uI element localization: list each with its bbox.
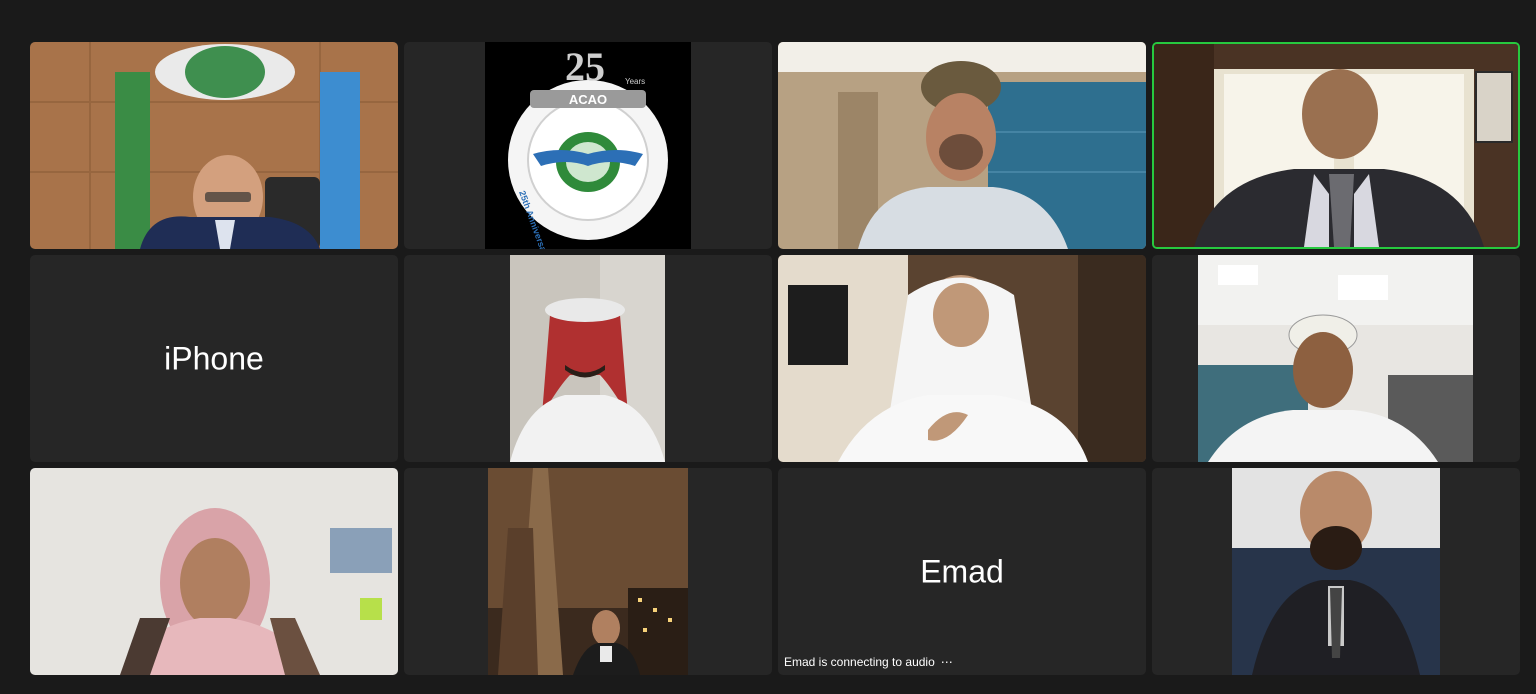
participant-video — [1154, 44, 1518, 247]
acao-logo: 25 Years ACAO 25th Anniversary — [485, 42, 691, 249]
participant-tile[interactable] — [778, 255, 1146, 462]
participant-tile[interactable] — [1152, 255, 1520, 462]
participant-video — [778, 255, 1146, 462]
participant-tile[interactable]: iPhone — [30, 255, 398, 462]
participant-tile[interactable]: Emad Emad is connecting to audio ⋯ — [778, 468, 1146, 675]
participant-tile[interactable] — [1152, 468, 1520, 675]
participant-tile[interactable] — [404, 255, 772, 462]
ellipsis-icon: ⋯ — [940, 655, 954, 669]
participant-tile[interactable] — [404, 468, 772, 675]
participant-tile[interactable] — [30, 42, 398, 249]
participant-video — [1232, 468, 1440, 675]
participant-tile-active-speaker[interactable] — [1152, 42, 1520, 249]
participant-video — [510, 255, 665, 462]
participant-tile[interactable] — [30, 468, 398, 675]
logo-acronym: ACAO — [569, 92, 607, 107]
video-grid: 25 Years ACAO 25th Anniversary iPhone Em… — [30, 42, 1520, 675]
participant-video — [30, 42, 398, 249]
audio-status: Emad is connecting to audio ⋯ — [784, 655, 954, 669]
participant-name: iPhone — [164, 340, 264, 376]
participant-video — [488, 468, 688, 675]
participant-tile[interactable] — [778, 42, 1146, 249]
participant-name: Emad — [920, 553, 1004, 589]
participant-tile[interactable]: 25 Years ACAO 25th Anniversary — [404, 42, 772, 249]
participant-video — [30, 468, 398, 675]
participant-video — [778, 42, 1146, 249]
logo-number: 25 — [565, 44, 605, 89]
participant-video — [1198, 255, 1473, 462]
share-logo: 25 Years ACAO 25th Anniversary — [485, 42, 691, 249]
audio-status-text: Emad is connecting to audio — [784, 655, 935, 669]
logo-years: Years — [625, 77, 645, 86]
